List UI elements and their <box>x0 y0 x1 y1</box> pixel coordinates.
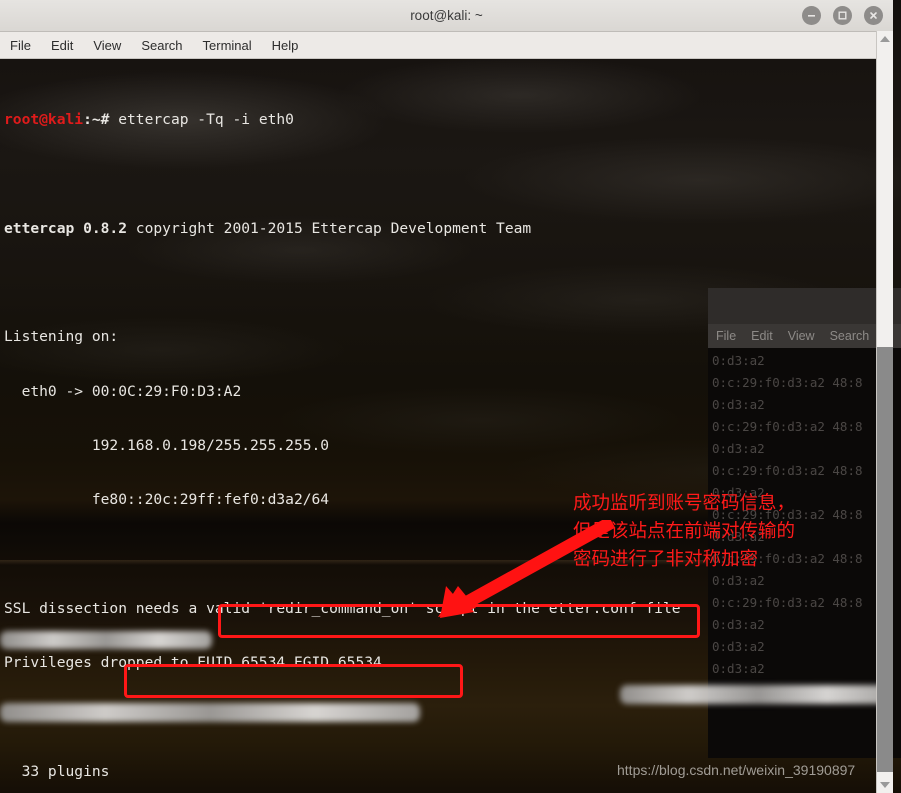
titlebar[interactable]: root@kali: ~ <box>0 0 893 32</box>
terminal-command: ettercap -Tq -i eth0 <box>118 111 294 129</box>
scroll-down-arrow-icon[interactable] <box>877 777 893 793</box>
scroll-up-arrow-icon[interactable] <box>877 31 893 47</box>
screenshot-root: File Edit View Search 0:d3:a2 0:c:29:f0:… <box>0 0 901 793</box>
menu-item-terminal[interactable]: Terminal <box>203 38 252 53</box>
terminal-line: Privileges dropped to EUID 65534 EGID 65… <box>4 654 409 672</box>
terminal-output-area[interactable]: root@kali:~# ettercap -Tq -i eth0 etterc… <box>0 57 893 793</box>
menu-item-view[interactable]: View <box>93 38 121 53</box>
minimize-button[interactable] <box>802 6 821 25</box>
blog-watermark: https://blog.csdn.net/weixin_39190897 <box>617 762 856 778</box>
main-terminal-window: root@kali: ~ File Edit View Search Termi… <box>0 0 893 793</box>
banner-app-name: ettercap 0.8.2 <box>4 219 128 237</box>
menu-item-file[interactable]: File <box>10 38 31 53</box>
terminal-banner-line: ettercap 0.8.2 copyright 2001-2015 Etter… <box>4 220 893 238</box>
terminal-line: Listening on: <box>4 328 119 346</box>
terminal-line: eth0 -> 00:0C:29:F0:D3:A2 <box>4 382 242 400</box>
terminal-blank <box>4 274 893 292</box>
hex-redaction-strip-1 <box>0 631 212 649</box>
menu-item-edit[interactable]: Edit <box>51 38 73 53</box>
menubar[interactable]: File Edit View Search Terminal Help <box>0 32 893 59</box>
window-controls <box>802 6 883 25</box>
vertical-scrollbar[interactable] <box>876 31 893 793</box>
menu-item-help[interactable]: Help <box>272 38 299 53</box>
window-title: root@kali: ~ <box>410 8 483 23</box>
terminal-prompt-line: root@kali:~# ettercap -Tq -i eth0 <box>4 111 893 129</box>
hex-redaction-strip-3 <box>0 703 420 722</box>
prompt-path: :~# <box>83 111 119 129</box>
terminal-lines: root@kali:~# ettercap -Tq -i eth0 etterc… <box>4 57 893 793</box>
terminal-blank <box>4 166 893 184</box>
annotation-line-1: 成功监听到账号密码信息， <box>573 492 796 513</box>
scrollbar-thumb[interactable] <box>877 347 893 772</box>
hex-redaction-strip-2 <box>620 685 893 704</box>
terminal-line: 192.168.0.198/255.255.255.0 <box>4 436 330 454</box>
maximize-button[interactable] <box>833 6 852 25</box>
close-button[interactable] <box>864 6 883 25</box>
menu-item-search[interactable]: Search <box>141 38 182 53</box>
prompt-user: root@kali <box>4 111 84 129</box>
annotation-arrow <box>438 520 615 618</box>
banner-copyright: copyright 2001-2015 Ettercap Development… <box>127 219 532 237</box>
